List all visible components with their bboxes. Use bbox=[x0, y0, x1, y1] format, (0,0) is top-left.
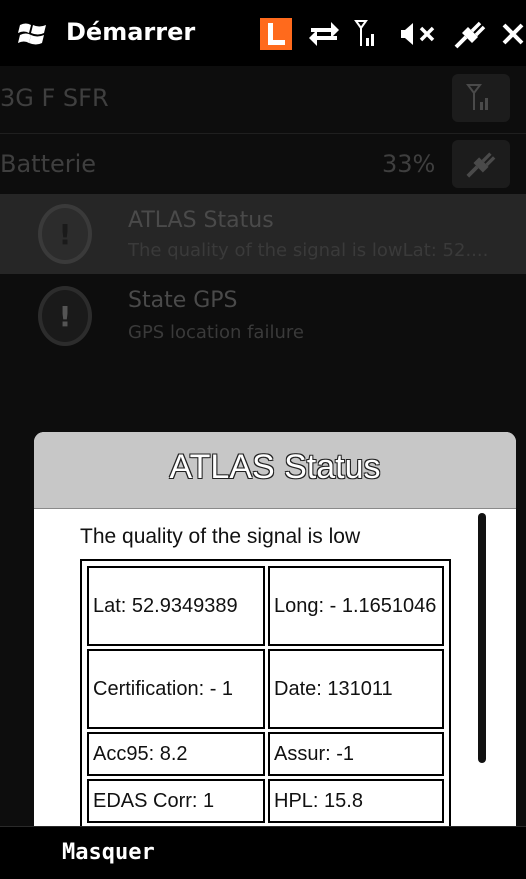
windows-logo-icon[interactable] bbox=[18, 20, 48, 48]
atlas-status-dialog: ATLAS Status The quality of the signal i… bbox=[34, 432, 516, 832]
table-cell: Date: 131011 bbox=[268, 649, 444, 729]
table-cell: EDAS Corr: 1 bbox=[87, 779, 265, 823]
table-row: Acc95: 8.2 Assur: -1 bbox=[87, 732, 444, 776]
alert-icon: ! bbox=[38, 204, 92, 264]
table-cell: Long: - 1.1651046 bbox=[268, 566, 444, 646]
power-plug-icon[interactable] bbox=[450, 14, 490, 54]
hide-softkey-button[interactable]: Masquer bbox=[62, 840, 155, 865]
table-cell: Lat: 52.9349389 bbox=[87, 566, 265, 646]
table-row: Certification: - 1 Date: 131011 bbox=[87, 649, 444, 729]
table-row: Lat: 52.9349389 Long: - 1.1651046 bbox=[87, 566, 444, 646]
softkey-bar: Masquer bbox=[0, 826, 526, 879]
close-icon[interactable] bbox=[500, 14, 526, 54]
notification-item-atlas: ! ATLAS Status The quality of the signal… bbox=[0, 194, 526, 274]
network-label: 3G F SFR bbox=[0, 84, 109, 112]
notification-subtitle: The quality of the signal is lowLat: 52.… bbox=[128, 240, 489, 261]
battery-plug-icon bbox=[452, 140, 510, 188]
dialog-body: The quality of the signal is low Lat: 52… bbox=[34, 509, 516, 832]
signal-strength-icon[interactable] bbox=[354, 14, 384, 54]
data-transfer-icon[interactable] bbox=[306, 14, 342, 54]
battery-value: 33% bbox=[382, 150, 436, 178]
notification-title: State GPS bbox=[128, 288, 238, 313]
start-menu-label[interactable]: Démarrer bbox=[66, 18, 195, 46]
battery-label: Batterie bbox=[0, 150, 97, 178]
signal-quality-message: The quality of the signal is low bbox=[80, 525, 361, 548]
dialog-title: ATLAS Status bbox=[169, 448, 381, 486]
speaker-muted-icon[interactable] bbox=[398, 14, 438, 54]
notification-subtitle: GPS location failure bbox=[128, 322, 304, 343]
alert-icon: ! bbox=[38, 286, 92, 346]
l-app-icon[interactable] bbox=[258, 14, 294, 54]
network-signal-icon bbox=[452, 74, 510, 122]
table-row: EDAS Corr: 1 HPL: 15.8 bbox=[87, 779, 444, 823]
notification-item-gps: ! State GPS GPS location failure bbox=[0, 276, 526, 356]
table-cell: Acc95: 8.2 bbox=[87, 732, 265, 776]
dialog-scrollbar[interactable] bbox=[478, 513, 486, 763]
table-cell: HPL: 15.8 bbox=[268, 779, 444, 823]
network-row: 3G F SFR bbox=[0, 66, 526, 132]
notification-title: ATLAS Status bbox=[128, 208, 274, 233]
status-bar: Démarrer bbox=[0, 0, 526, 66]
battery-row: Batterie 33% bbox=[0, 134, 526, 194]
dialog-header: ATLAS Status bbox=[34, 432, 516, 509]
gps-data-table: Lat: 52.9349389 Long: - 1.1651046 Certif… bbox=[80, 559, 451, 830]
table-cell: Certification: - 1 bbox=[87, 649, 265, 729]
table-cell: Assur: -1 bbox=[268, 732, 444, 776]
